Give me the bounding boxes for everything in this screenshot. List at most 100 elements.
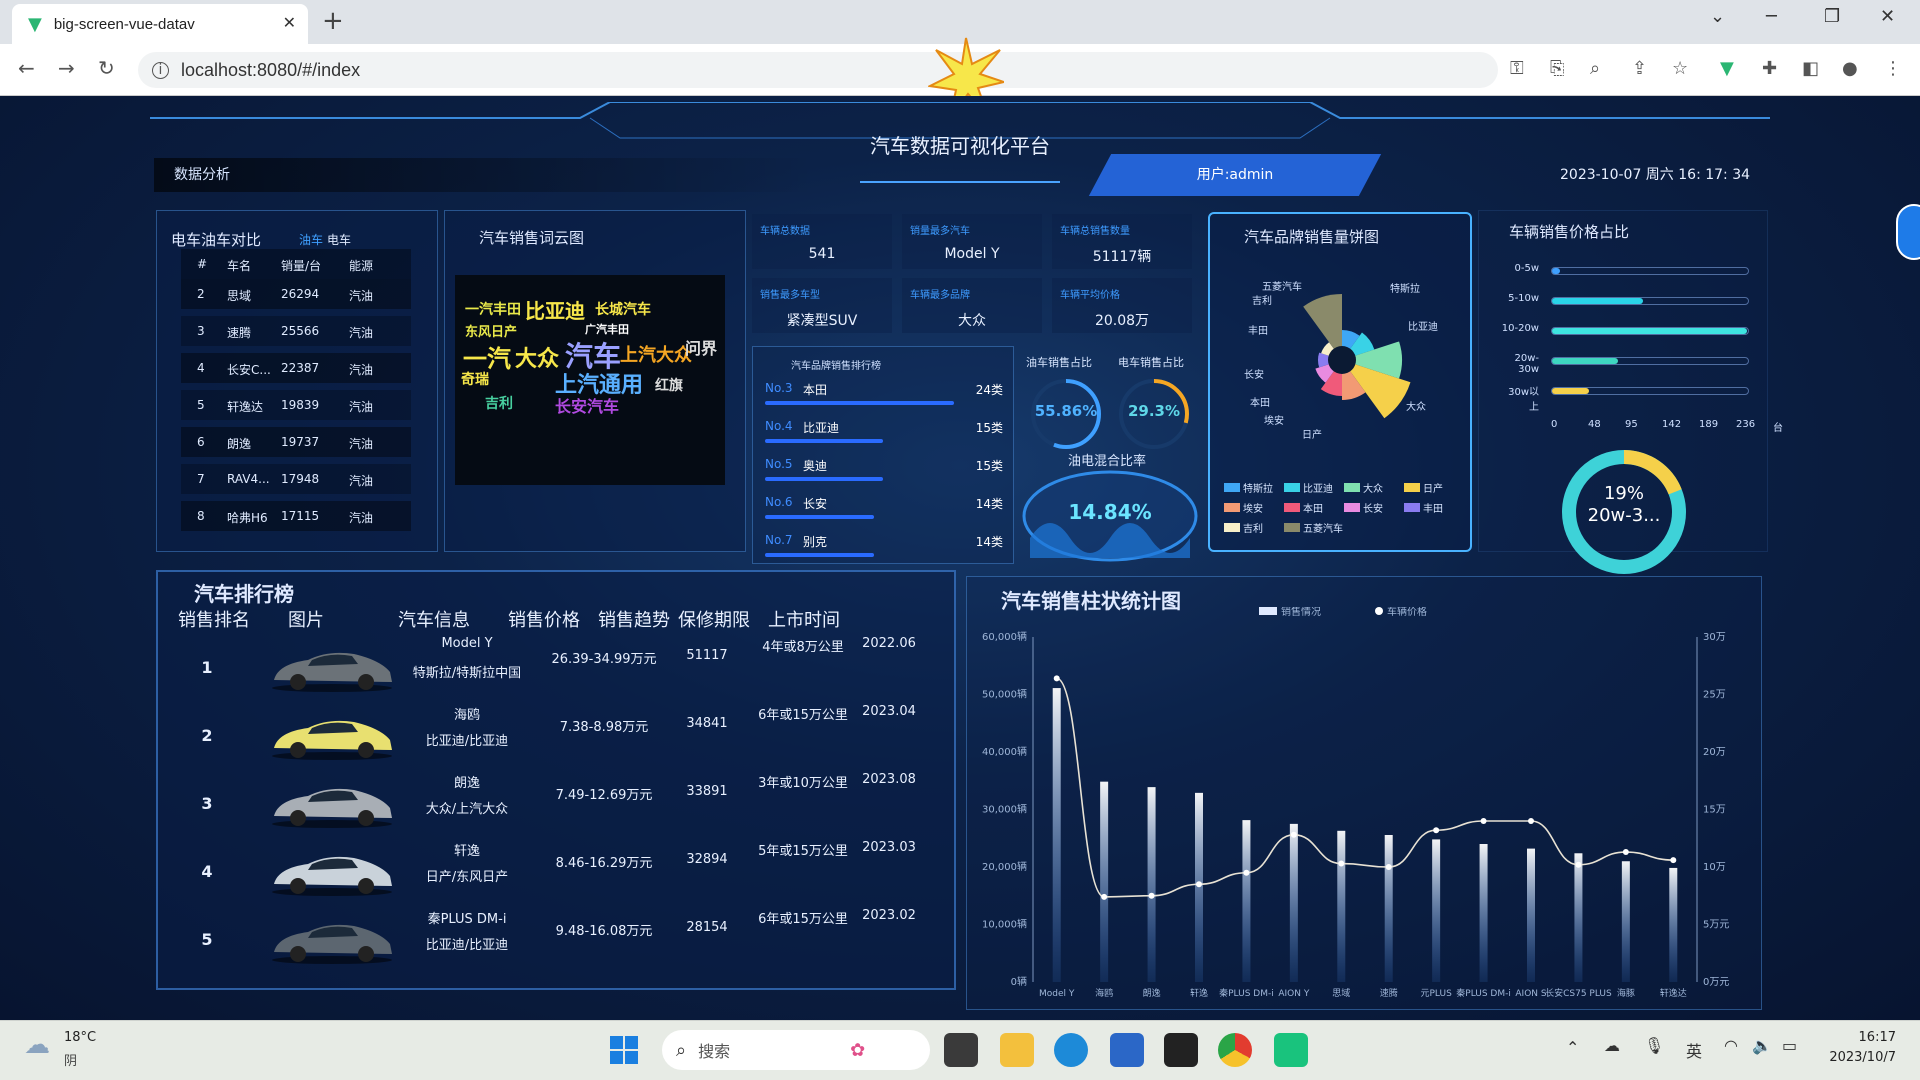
new-tab-button[interactable]: + (322, 6, 344, 36)
legend-item[interactable]: 本田 (1284, 500, 1323, 515)
ranking-row[interactable]: 3 朗逸 大众/上汽大众 7.49-12.69万元 33891 3年或10万公里 2023.… (178, 770, 938, 838)
legend-item[interactable]: 大众 (1344, 480, 1383, 495)
volume-icon[interactable]: 🔈 (1752, 1036, 1772, 1055)
store-icon[interactable] (1110, 1033, 1144, 1067)
translate-icon[interactable]: ⎘ (1550, 58, 1564, 79)
info-icon[interactable]: i (152, 61, 169, 79)
minimize-button[interactable]: ─ (1766, 6, 1777, 27)
price-point[interactable] (1575, 861, 1582, 868)
bookmark-star-icon[interactable]: ☆ (1672, 58, 1688, 79)
legend-item[interactable]: 吉利 (1224, 520, 1263, 535)
price-point[interactable] (1101, 893, 1108, 900)
chrome-icon[interactable] (1218, 1033, 1252, 1067)
y-right-tick: 25万 (1703, 690, 1726, 701)
zoom-icon[interactable]: ⌕ (1590, 58, 1600, 79)
taskbar-search[interactable]: ⌕ 搜索 ✿ (662, 1030, 930, 1070)
bar[interactable] (1242, 820, 1251, 982)
edge-icon[interactable] (1054, 1033, 1088, 1067)
price-point[interactable] (1243, 869, 1250, 876)
clock-time[interactable]: 16:17 (1826, 1030, 1896, 1045)
price-point[interactable] (1480, 818, 1487, 824)
ranking-row[interactable]: 5 秦PLUS DM-i 比亚迪/比亚迪 9.48-16.08万元 28154 6年或15… (178, 906, 938, 974)
bar[interactable] (1574, 853, 1583, 982)
table-cell: 汽油 (349, 400, 374, 414)
price-point[interactable] (1148, 892, 1155, 899)
price-point[interactable] (1338, 860, 1345, 867)
price-point[interactable] (1290, 831, 1297, 838)
legend-item[interactable]: 比亚迪 (1284, 480, 1333, 495)
task-view-icon[interactable] (944, 1033, 978, 1067)
url-field[interactable]: i localhost:8080/#/index (138, 52, 1498, 88)
menu-icon[interactable]: ⋮ (1884, 58, 1902, 79)
price-point[interactable] (1433, 827, 1440, 834)
price-row-label: 20w-30w (1514, 353, 1539, 375)
bar[interactable] (1432, 839, 1441, 982)
toggle-ev[interactable]: 电车 (327, 231, 351, 248)
clock-date[interactable]: 2023/10/7 (1816, 1050, 1896, 1065)
legend-item[interactable]: 长安 (1344, 500, 1383, 515)
price-point[interactable] (1196, 881, 1202, 888)
bar[interactable] (1337, 830, 1346, 982)
file-explorer-icon[interactable] (1000, 1033, 1034, 1067)
legend-item[interactable]: 五菱汽车 (1284, 520, 1343, 535)
bar[interactable] (1147, 787, 1156, 982)
bar[interactable] (1195, 792, 1203, 982)
bar[interactable] (1384, 834, 1393, 982)
reload-button[interactable]: ↻ (98, 56, 115, 80)
browser-tab[interactable]: ▼ big-screen-vue-datav ✕ (12, 4, 308, 44)
ranking-row[interactable]: 2 海鸥 比亚迪/比亚迪 7.38-8.98万元 34841 6年或15万公里 2023.0… (178, 702, 938, 770)
legend-item[interactable]: 埃安 (1224, 500, 1263, 515)
toggle-oil[interactable]: 油车 (299, 231, 323, 248)
close-tab-icon[interactable]: ✕ (283, 13, 296, 32)
bar[interactable] (1621, 861, 1630, 982)
ranking-row[interactable]: 1 Model Y 特斯拉/特斯拉中国 26.39-34.99万元 51117 4年或8万… (178, 634, 938, 702)
chevron-up-icon[interactable]: ⌃ (1566, 1038, 1579, 1057)
user-badge[interactable]: 用户:admin (1100, 164, 1370, 184)
bar[interactable] (1289, 823, 1298, 982)
app-icon[interactable] (1164, 1033, 1198, 1067)
key-icon[interactable]: ⚿ (1510, 58, 1524, 79)
share-icon[interactable]: ⇪ (1632, 58, 1647, 79)
side-float-button[interactable] (1896, 204, 1920, 260)
legend-item[interactable]: 丰田 (1404, 500, 1443, 515)
price-point[interactable] (1670, 857, 1677, 864)
pycharm-icon[interactable] (1274, 1033, 1308, 1067)
kpi-card: 车辆总销售数量 51117辆 (1052, 214, 1192, 269)
bar[interactable] (1479, 844, 1488, 982)
ranking-row[interactable]: 4 轩逸 日产/东风日产 8.46-16.29万元 32894 5年或15万公里 2023.… (178, 838, 938, 906)
bar[interactable] (1669, 867, 1678, 982)
table-cell: 17948 (281, 472, 320, 486)
car-name: 朗逸 (453, 776, 480, 791)
close-window-button[interactable]: ✕ (1880, 6, 1895, 27)
ranking-rank: 3 (201, 794, 213, 813)
price-point[interactable] (1622, 849, 1629, 856)
back-button[interactable]: ← (18, 56, 35, 80)
chevron-down-icon[interactable]: ⌄ (1710, 6, 1725, 27)
side-panel-icon[interactable]: ◧ (1802, 58, 1819, 79)
bar[interactable] (1527, 848, 1535, 982)
price-point[interactable] (1385, 864, 1392, 870)
mic-icon[interactable]: 🎙 (1644, 1036, 1664, 1055)
ime-indicator[interactable]: 英 (1686, 1038, 1702, 1062)
price-row: 5-10w (1499, 293, 1779, 317)
forward-button[interactable]: → (58, 56, 75, 80)
maximize-button[interactable]: ❐ (1824, 6, 1840, 27)
battery-icon[interactable]: ▭ (1782, 1036, 1797, 1055)
extensions-icon[interactable]: ✚ (1762, 58, 1777, 79)
price-point[interactable] (1053, 675, 1060, 682)
price-axis-tick: 48 (1588, 419, 1601, 430)
price-point[interactable] (1528, 818, 1534, 824)
onedrive-icon[interactable]: ☁ (1604, 1036, 1620, 1055)
cloud-icon[interactable]: ☁ (24, 1030, 50, 1060)
bar[interactable] (1100, 781, 1109, 982)
bar[interactable] (1052, 688, 1061, 982)
legend-label: 埃安 (1243, 504, 1263, 515)
legend-item[interactable]: 日产 (1404, 480, 1443, 495)
legend-item[interactable]: 特斯拉 (1224, 480, 1273, 495)
vue-devtools-icon[interactable]: ▼ (1720, 58, 1734, 79)
profile-icon[interactable]: ● (1842, 58, 1858, 79)
price-share-title: 车辆销售价格占比 (1509, 223, 1630, 241)
wifi-icon[interactable]: ◠ (1724, 1036, 1738, 1055)
start-button[interactable] (610, 1036, 638, 1064)
table-cell: 速腾 (227, 326, 252, 340)
